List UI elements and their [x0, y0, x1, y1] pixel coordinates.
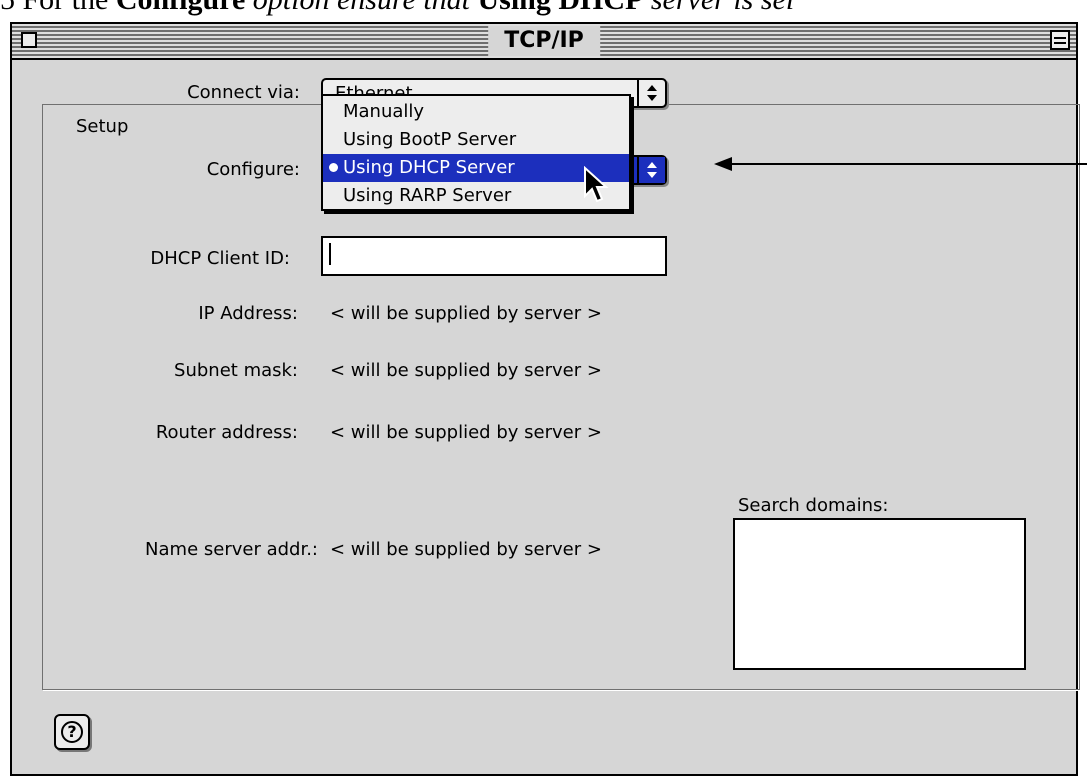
menu-item-dhcp-label: Using DHCP Server: [343, 157, 515, 178]
name-server-label: Name server addr.:: [145, 539, 318, 560]
search-domains-label: Search domains:: [738, 495, 889, 516]
instruction-bold-configure: Configure: [116, 0, 245, 16]
search-domains-field[interactable]: [733, 518, 1026, 670]
router-address-value: < will be supplied by server >: [330, 422, 602, 443]
up-down-arrows-icon: [637, 80, 665, 106]
window-title: TCP/IP: [488, 26, 600, 56]
dhcp-client-id-label: DHCP Client ID:: [150, 248, 290, 269]
close-box-icon[interactable]: [21, 32, 37, 48]
ip-address-label: IP Address:: [198, 303, 298, 324]
up-down-arrows-icon: [637, 157, 665, 183]
instruction-middle: option ensure that: [245, 0, 477, 16]
dhcp-client-id-field[interactable]: [321, 236, 667, 276]
document-instruction-text: 5 For the Configure option ensure that U…: [0, 0, 1087, 20]
zoom-box-icon[interactable]: [1050, 30, 1070, 50]
subnet-mask-value: < will be supplied by server >: [330, 360, 602, 381]
instruction-suffix: server is sel: [643, 0, 794, 16]
subnet-mask-label: Subnet mask:: [174, 360, 298, 381]
menu-item-manually[interactable]: Manually: [323, 98, 629, 126]
instruction-prefix: 5 For the: [0, 0, 116, 16]
selected-bullet-icon: [329, 163, 338, 172]
window-titlebar[interactable]: TCP/IP: [12, 24, 1076, 60]
help-icon: ?: [61, 721, 83, 743]
text-caret: [329, 243, 331, 265]
router-address-label: Router address:: [155, 422, 298, 443]
menu-item-bootp[interactable]: Using BootP Server: [323, 126, 629, 154]
connect-via-label: Connect via:: [187, 82, 300, 103]
help-button[interactable]: ?: [54, 714, 90, 750]
setup-group-title: Setup: [66, 116, 139, 137]
configure-label: Configure:: [206, 159, 300, 180]
annotation-arrow-icon: [714, 157, 1087, 171]
name-server-value: < will be supplied by server >: [330, 539, 602, 560]
arrow-cursor-icon: [584, 166, 609, 203]
ip-address-value: < will be supplied by server >: [330, 303, 602, 324]
instruction-bold-dhcp: Using DHCP: [478, 0, 644, 16]
